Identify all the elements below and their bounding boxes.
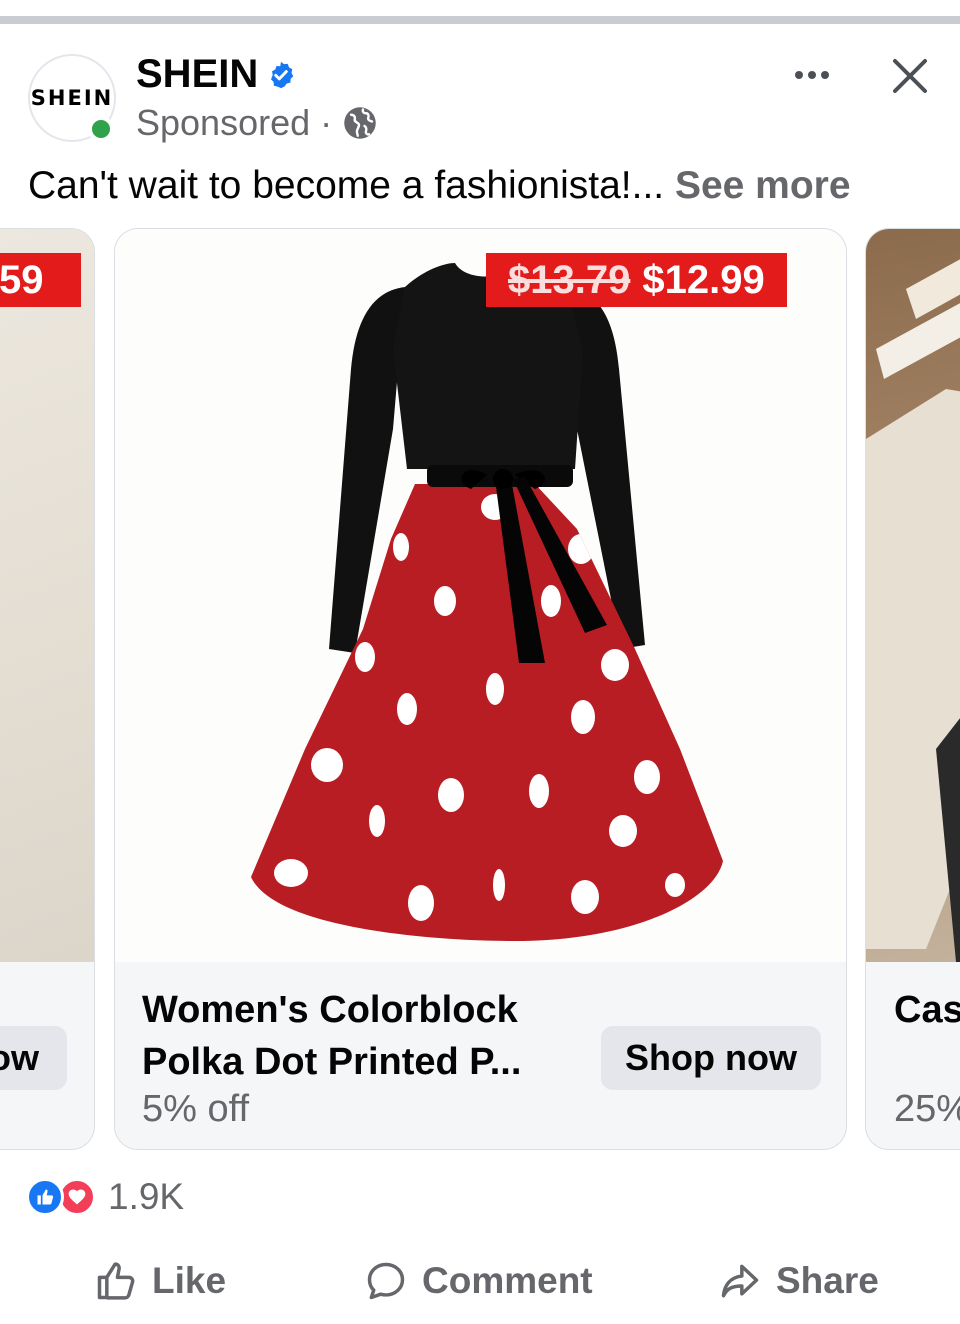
- discount-label: 5% off: [142, 1088, 250, 1130]
- like-reaction-icon: [26, 1178, 64, 1216]
- product-title[interactable]: Women's Colorblock Polka Dot Printed P..…: [142, 984, 572, 1088]
- post-meta: Sponsored ·: [136, 102, 378, 144]
- globe-icon: [344, 107, 376, 139]
- reaction-count[interactable]: 1.9K: [108, 1176, 184, 1218]
- close-icon[interactable]: [886, 52, 934, 100]
- product-title[interactable]: Cas Din: [894, 984, 960, 1036]
- discount-label: 25%: [894, 1088, 960, 1130]
- like-button[interactable]: Like: [94, 1259, 226, 1303]
- online-status-dot: [88, 116, 114, 142]
- share-icon: [721, 1264, 759, 1298]
- top-divider: [0, 0, 960, 26]
- original-price: $13.79: [508, 257, 631, 302]
- heart-icon: [68, 1189, 86, 1205]
- reaction-summary[interactable]: 1.9K: [26, 1176, 184, 1218]
- thumbs-up-icon: [37, 1189, 54, 1205]
- post-caption: Can't wait to become a fashionista!... S…: [28, 164, 851, 208]
- card-footer: ow: [0, 962, 94, 1149]
- action-bar: Like Comment Share: [0, 1246, 960, 1316]
- price: 59: [0, 257, 44, 302]
- more-options-icon[interactable]: [786, 52, 838, 98]
- card-footer: Women's Colorblock Polka Dot Printed P..…: [115, 962, 846, 1149]
- see-more-link[interactable]: See more: [675, 164, 851, 207]
- more-dot: [821, 71, 829, 79]
- avatar-logo-text: SHEIN: [30, 86, 114, 110]
- sponsored-label[interactable]: Sponsored: [136, 102, 310, 144]
- page-name-row[interactable]: SHEIN: [136, 52, 296, 97]
- more-dot: [808, 71, 816, 79]
- carousel-card-main[interactable]: $13.79 $12.99 Women's Colorblock Polka D…: [114, 228, 847, 1150]
- shop-now-button[interactable]: ow: [0, 1026, 67, 1090]
- meta-separator: ·: [320, 102, 333, 143]
- product-image[interactable]: $13.79 $12.99: [115, 229, 846, 962]
- comment-icon: [367, 1262, 405, 1300]
- card-footer: Cas Din 25%: [866, 962, 960, 1149]
- product-image[interactable]: [866, 229, 960, 962]
- like-label: Like: [152, 1260, 227, 1301]
- share-label: Share: [776, 1260, 879, 1301]
- price-tag: 59: [0, 253, 81, 307]
- share-button[interactable]: Share: [718, 1259, 879, 1303]
- page-name[interactable]: SHEIN: [136, 52, 258, 97]
- like-icon: [97, 1262, 135, 1300]
- comment-label: Comment: [422, 1260, 593, 1301]
- price-tag: $13.79 $12.99: [486, 253, 787, 307]
- caption-text: Can't wait to become a fashionista!...: [28, 164, 675, 207]
- dress-illustration: [251, 263, 723, 941]
- shop-now-button[interactable]: Shop now: [601, 1026, 821, 1090]
- product-image[interactable]: 59: [0, 229, 94, 962]
- comment-button[interactable]: Comment: [364, 1259, 593, 1303]
- carousel-card-next[interactable]: Cas Din 25%: [865, 228, 960, 1150]
- verified-icon: [271, 61, 294, 88]
- more-dot: [795, 71, 803, 79]
- tote-bag-illustration: [866, 259, 960, 962]
- sale-price: $12.99: [642, 257, 765, 302]
- carousel-card-previous[interactable]: 59 ow: [0, 228, 95, 1150]
